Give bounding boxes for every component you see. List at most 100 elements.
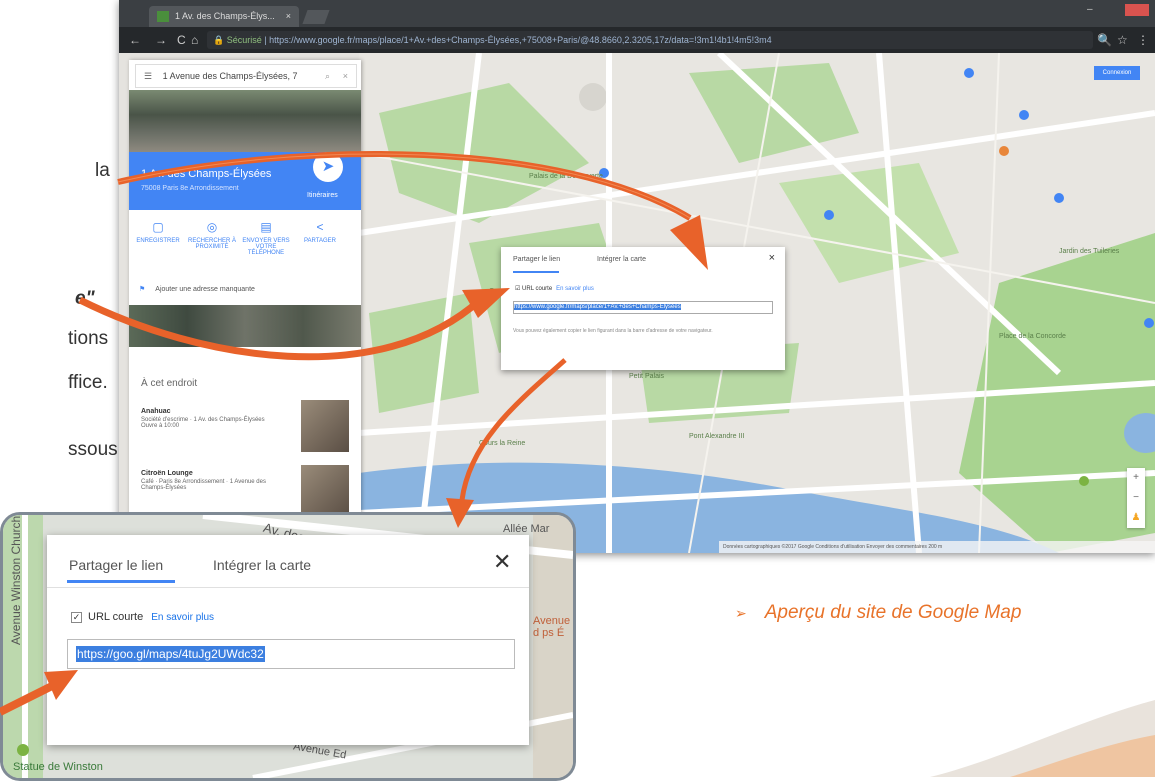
map-label: Palais de la Découverte xyxy=(529,173,603,180)
slide-text-fragment: ffice. xyxy=(68,372,108,393)
reload-icon[interactable]: C xyxy=(177,33,186,47)
star-icon[interactable]: ☆ xyxy=(1117,33,1128,47)
back-arrow-icon[interactable]: ← xyxy=(129,33,141,47)
flag-icon: ⚑ xyxy=(139,286,146,293)
business-name: Citroën Lounge xyxy=(141,470,193,477)
browser-window: 1 Av. des Champs-Élys... × – ← → C ⌂ 🔒 S… xyxy=(119,0,1155,553)
business-hours: Ouvre à 10:00 xyxy=(141,423,180,429)
tab-share-link[interactable]: Partager le lien xyxy=(513,256,560,263)
divider xyxy=(47,587,529,588)
business-photo[interactable] xyxy=(301,400,349,452)
pegman-icon[interactable]: ♟ xyxy=(1127,508,1145,528)
zoom-in-button[interactable]: + xyxy=(1127,468,1145,488)
tab-embed-map[interactable]: Intégrer la carte xyxy=(213,557,311,573)
street-label: Avenue Winston Churchill xyxy=(9,512,23,645)
poi-label: Statue de Winston xyxy=(13,761,103,773)
place-name: 1 Av. des Champs-Élysées xyxy=(141,168,272,180)
slide-text-fragment: la xyxy=(95,160,110,181)
tab-close-icon[interactable]: × xyxy=(286,6,291,27)
active-tab-indicator xyxy=(67,580,175,583)
action-label: PARTAGER xyxy=(303,238,336,244)
save-button[interactable]: ▢ ENREGISTRER xyxy=(133,220,183,244)
map-label: Place de la Concorde xyxy=(999,333,1066,340)
connect-button[interactable]: Connexion xyxy=(1094,66,1140,80)
nearby-icon: ◎ xyxy=(206,220,218,234)
learn-more-link[interactable]: En savoir plus xyxy=(556,286,594,292)
nearby-header: À cet endroit xyxy=(141,378,198,389)
slide-text-fragment: ssous xyxy=(68,439,118,460)
address-bar-row: ← → C ⌂ 🔒 Sécurisé | https://www.google.… xyxy=(119,27,1155,53)
minimize-button[interactable]: – xyxy=(1087,4,1103,16)
tab-bar: 1 Av. des Champs-Élys... × – xyxy=(119,0,1155,27)
hamburger-menu-icon[interactable]: ☰ xyxy=(144,71,152,81)
street-label: Allée Mar xyxy=(503,523,550,535)
slide-text-fragment: tions xyxy=(68,328,109,349)
browser-tab[interactable]: 1 Av. des Champs-Élys... × xyxy=(149,6,299,27)
short-url-checkbox[interactable]: ☑ URL courte En savoir plus xyxy=(515,285,594,292)
place-side-panel: ☰ 1 Avenue des Champs-Élysées, 7 ⌕ × 1 A… xyxy=(129,60,361,553)
share-button[interactable]: < PARTAGER xyxy=(295,220,345,244)
clear-search-icon[interactable]: × xyxy=(343,65,348,87)
maximize-button[interactable] xyxy=(1107,4,1123,16)
action-label: ENVOYER VERS VOTRE TÉLÉPHONE xyxy=(242,238,290,256)
short-url-checkbox[interactable]: ✓ URL courte En savoir plus xyxy=(71,611,214,623)
phone-icon: ▤ xyxy=(260,220,272,234)
short-url-label: URL courte xyxy=(522,286,553,292)
search-box[interactable]: ☰ 1 Avenue des Champs-Élysées, 7 ⌕ × xyxy=(135,64,357,88)
close-icon[interactable]: ✕ xyxy=(493,549,511,575)
learn-more-link[interactable]: En savoir plus xyxy=(151,612,214,623)
map-label: Pont Alexandre III xyxy=(689,433,744,440)
lock-icon: 🔒 xyxy=(213,35,227,45)
tab-embed-map[interactable]: Intégrer la carte xyxy=(597,256,646,263)
slide-text-fragment: e" xyxy=(75,288,95,309)
search-icon[interactable]: 🔍 xyxy=(1097,33,1112,47)
add-address-link[interactable]: ⚑ Ajouter une adresse manquante xyxy=(139,285,255,293)
close-icon[interactable]: × xyxy=(769,252,775,264)
place-photo[interactable] xyxy=(129,90,361,152)
tab-share-link[interactable]: Partager le lien xyxy=(69,557,163,573)
business-name: Anahuac xyxy=(141,408,171,415)
business-item[interactable]: Citroën Lounge Café · Paris 8e Arrondiss… xyxy=(141,470,291,491)
forward-arrow-icon[interactable]: → xyxy=(155,33,167,47)
tab-title: 1 Av. des Champs-Élys... xyxy=(175,11,275,21)
search-input-text: 1 Avenue des Champs-Élysées, 7 xyxy=(162,71,298,81)
business-item[interactable]: Anahuac Société d'escrime · 1 Av. des Ch… xyxy=(141,408,291,429)
place-address: 75008 Paris 8e Arrondissement xyxy=(141,185,239,192)
checkbox-icon[interactable]: ✓ xyxy=(71,612,82,623)
url-field[interactable]: 🔒 Sécurisé | https://www.google.fr/maps/… xyxy=(207,31,1093,49)
directions-label: Itinéraires xyxy=(307,192,338,199)
map-footer: Données cartographiques ©2017 Google Con… xyxy=(719,541,1155,553)
share-icon: < xyxy=(316,220,324,234)
secure-label: Sécurisé xyxy=(226,35,262,45)
share-dialog: Partager le lien Intégrer la carte × ☑ U… xyxy=(501,247,785,370)
street-photo[interactable] xyxy=(129,305,361,347)
directions-icon: ➤ xyxy=(321,158,335,175)
zoom-control: + − ♟ xyxy=(1127,468,1145,528)
map-label: Jardin des Tuileries xyxy=(1059,248,1120,255)
business-photo[interactable] xyxy=(301,465,349,517)
menu-icon[interactable]: ⋮ xyxy=(1137,33,1149,47)
directions-button[interactable]: ➤ xyxy=(313,152,343,182)
action-label: RECHERCHER À PROXIMITÉ xyxy=(187,238,236,250)
send-to-phone-button[interactable]: ▤ ENVOYER VERS VOTRE TÉLÉPHONE xyxy=(241,220,291,256)
share-dialog-zoomed: Partager le lien Intégrer la carte ✕ ✓ UR… xyxy=(47,535,529,745)
maps-favicon-icon xyxy=(157,11,169,22)
poi-label: Avenue d ps É xyxy=(533,615,571,639)
new-tab-button[interactable] xyxy=(302,10,330,24)
share-link-text: https://www.google.fr/maps/place/1+Av.+d… xyxy=(514,304,681,310)
business-desc: Café · Paris 8e Arrondissement · 1 Avenu… xyxy=(141,479,266,491)
active-tab-indicator xyxy=(513,271,559,273)
close-window-button[interactable] xyxy=(1125,4,1149,16)
share-link-field[interactable]: https://www.google.fr/maps/place/1+Av.+d… xyxy=(513,301,773,314)
nearby-button[interactable]: ◎ RECHERCHER À PROXIMITÉ xyxy=(187,220,237,250)
home-icon[interactable]: ⌂ xyxy=(191,33,198,47)
action-label: ENREGISTRER xyxy=(136,238,180,244)
caption-text: Aperçu du site de Google Map xyxy=(764,602,1022,623)
short-url-field[interactable]: https://goo.gl/maps/4tuJg2UWdc32 xyxy=(67,639,515,669)
add-address-text: Ajouter une adresse manquante xyxy=(155,286,255,293)
map-label: Cours la Reine xyxy=(479,440,525,447)
zoomed-share-dialog-inset: Avenue Winston Churchill Av. des Allée M… xyxy=(0,512,576,781)
zoom-out-button[interactable]: − xyxy=(1127,488,1145,508)
search-icon[interactable]: ⌕ xyxy=(325,65,330,87)
share-note: Vous pouvez également copier le lien fig… xyxy=(513,328,713,334)
